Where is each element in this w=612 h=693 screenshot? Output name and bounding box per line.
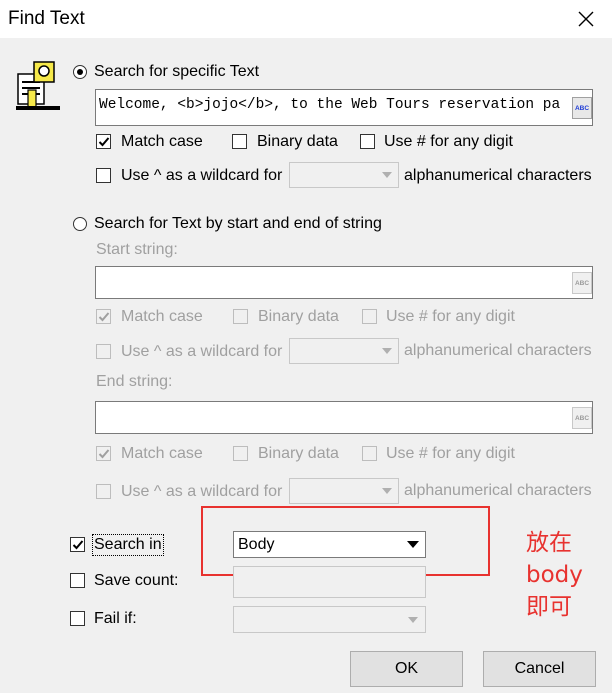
cancel-button[interactable]: Cancel (483, 651, 596, 687)
specific-text-radio[interactable] (73, 65, 87, 79)
start-end-radio[interactable] (73, 217, 87, 231)
start-string-label: Start string: (96, 241, 178, 258)
end-wildcard-char-select[interactable] (289, 478, 399, 504)
ok-button[interactable]: OK (350, 651, 463, 687)
end-abc-button[interactable]: ABC (572, 407, 592, 429)
close-button[interactable] (566, 0, 606, 38)
save-count-checkbox[interactable] (70, 573, 85, 588)
search-in-select[interactable]: Body (233, 531, 426, 558)
annotation-line-2: body (526, 562, 583, 588)
start-alphanumerical-label: alphanumerical characters (404, 342, 592, 359)
search-text-input[interactable]: Welcome, <b>jojo</b>, to the Web Tours r… (95, 89, 593, 126)
fail-if-checkbox[interactable] (70, 611, 85, 626)
end-wildcard-label: Use ^ as a wildcard for (121, 483, 283, 500)
search-in-dropdown-button[interactable] (402, 533, 424, 555)
start-wildcard-checkbox[interactable] (96, 344, 111, 359)
binary-data-checkbox[interactable] (232, 134, 247, 149)
window-title: Find Text (8, 8, 85, 29)
annotation-line-3: 即可 (526, 594, 572, 620)
close-icon (578, 11, 594, 27)
search-in-checkbox[interactable] (70, 537, 85, 552)
end-binary-data-checkbox[interactable] (233, 446, 248, 461)
search-in-label: Search in (92, 534, 164, 556)
fail-if-label: Fail if: (94, 610, 137, 627)
start-wildcard-char-select[interactable] (289, 338, 399, 364)
chevron-down-icon (382, 348, 392, 354)
abc-editor-icon: ABC (574, 104, 590, 112)
end-wildcard-checkbox[interactable] (96, 484, 111, 499)
abc-editor-icon: ABC (574, 279, 590, 287)
save-count-input[interactable] (233, 566, 426, 598)
match-case-label: Match case (121, 133, 203, 150)
chevron-down-icon (407, 540, 419, 548)
abc-editor-icon: ABC (574, 414, 590, 422)
save-count-label: Save count: (94, 572, 179, 589)
search-in-value: Body (238, 536, 275, 553)
specific-text-label: Search for specific Text (94, 63, 260, 80)
use-hash-digit-label: Use # for any digit (384, 133, 513, 150)
chevron-down-icon (382, 488, 392, 494)
binary-data-label: Binary data (257, 133, 338, 150)
end-use-hash-label: Use # for any digit (386, 445, 515, 462)
start-use-hash-label: Use # for any digit (386, 308, 515, 325)
start-string-input[interactable]: ABC (95, 266, 593, 299)
abc-editor-button[interactable]: ABC (572, 97, 592, 119)
start-use-hash-checkbox[interactable] (362, 309, 377, 324)
wildcard-label: Use ^ as a wildcard for (121, 167, 283, 184)
start-end-label: Search for Text by start and end of stri… (94, 215, 382, 232)
match-case-checkbox[interactable] (96, 134, 111, 149)
start-binary-data-checkbox[interactable] (233, 309, 248, 324)
wildcard-char-select[interactable] (289, 162, 399, 188)
start-match-case-checkbox[interactable] (96, 309, 111, 324)
annotation-line-1: 放在 (526, 530, 572, 556)
end-match-case-checkbox[interactable] (96, 446, 111, 461)
wildcard-checkbox[interactable] (96, 168, 111, 183)
start-binary-data-label: Binary data (258, 308, 339, 325)
start-wildcard-label: Use ^ as a wildcard for (121, 343, 283, 360)
search-text-value: Welcome, <b>jojo</b>, to the Web Tours r… (99, 97, 561, 113)
end-string-label: End string: (96, 373, 173, 390)
end-match-case-label: Match case (121, 445, 203, 462)
find-text-icon (14, 60, 62, 117)
title-bar (0, 0, 612, 38)
end-alphanumerical-label: alphanumerical characters (404, 482, 592, 499)
start-match-case-label: Match case (121, 308, 203, 325)
end-binary-data-label: Binary data (258, 445, 339, 462)
use-hash-digit-checkbox[interactable] (360, 134, 375, 149)
fail-if-select[interactable] (233, 606, 426, 633)
end-use-hash-checkbox[interactable] (362, 446, 377, 461)
end-string-input[interactable]: ABC (95, 401, 593, 434)
chevron-down-icon (382, 172, 392, 178)
chevron-down-icon (408, 617, 418, 623)
alphanumerical-label: alphanumerical characters (404, 167, 592, 184)
start-abc-button[interactable]: ABC (572, 272, 592, 294)
